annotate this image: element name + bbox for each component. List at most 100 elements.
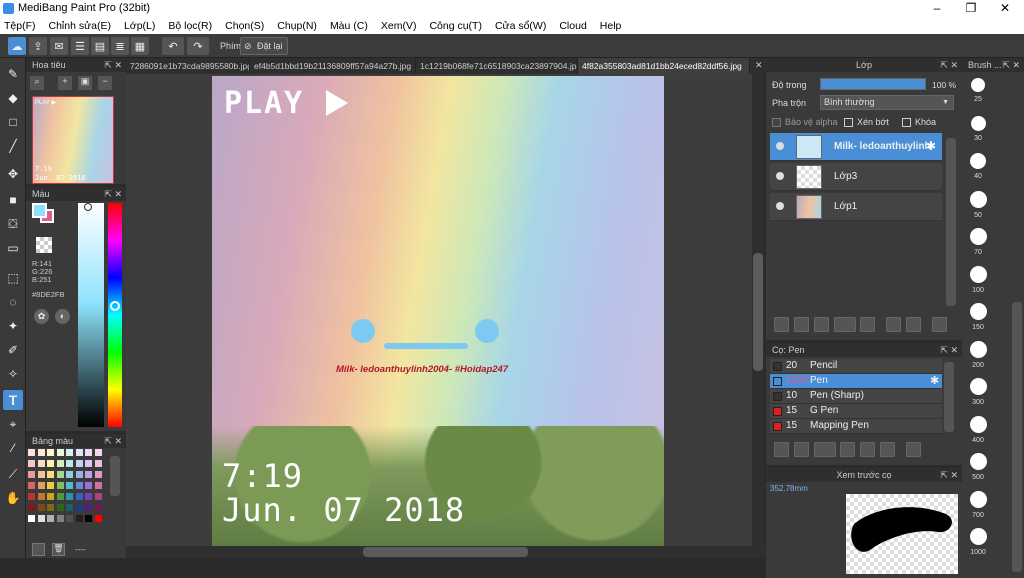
tab-document-2[interactable]: ef4b5d1bbd19b21136809ff57a94a27b.jpg [250, 58, 416, 74]
tab-close-icon[interactable]: ✕ [755, 60, 763, 71]
brush-size-dot[interactable] [969, 490, 987, 508]
brush-size-dot[interactable] [969, 378, 987, 395]
palette-swatch[interactable] [66, 460, 73, 467]
hue-cursor[interactable] [110, 301, 120, 311]
palette-swatch[interactable] [28, 460, 35, 467]
palette-swatch[interactable] [85, 482, 92, 489]
zoom-icon[interactable]: ⌕ [30, 76, 44, 90]
brush-folder-icon[interactable] [860, 442, 875, 457]
palette-swatch[interactable] [28, 449, 35, 456]
palette-swatch[interactable] [94, 493, 102, 500]
palette-swatch[interactable] [85, 460, 92, 467]
duplicate-layer-icon[interactable] [886, 317, 901, 332]
palette-swatch[interactable] [56, 493, 64, 500]
gradient-tool-icon[interactable]: ▭ [3, 238, 23, 258]
palette-swatch[interactable] [66, 515, 73, 522]
palette-swatch[interactable] [66, 471, 73, 478]
brush-item-g-pen[interactable]: 15 G Pen [770, 404, 942, 419]
clip-checkbox[interactable] [844, 118, 853, 127]
delete-brush-icon[interactable] [906, 442, 921, 457]
palette-swatches[interactable] [28, 449, 106, 535]
brush-size-dot[interactable] [969, 340, 987, 358]
palette-swatch[interactable] [28, 493, 35, 500]
menu-filter[interactable]: Bộ lọc(R) [168, 20, 212, 32]
comment-icon[interactable]: ✉ [50, 37, 68, 55]
brush-size-dot[interactable] [969, 303, 987, 320]
duplicate-brush-icon[interactable] [880, 442, 895, 457]
new-layer-1bit-icon[interactable] [794, 317, 809, 332]
palette-swatch[interactable] [37, 504, 45, 511]
reset-button[interactable]: ⊘ Đặt lại [240, 37, 288, 55]
menu-file[interactable]: Tệp(F) [4, 20, 36, 32]
cloud-icon[interactable]: ☁ [8, 37, 26, 55]
palette-swatch[interactable] [66, 482, 73, 489]
menu-layer[interactable]: Lớp(L) [124, 20, 155, 32]
select-tool-icon[interactable]: ⬚ [3, 268, 23, 288]
canvas-horizontal-thumb[interactable] [363, 547, 528, 557]
document-icon[interactable]: ▤ [91, 37, 109, 55]
menu-edit[interactable]: Chỉnh sửa(E) [49, 20, 111, 32]
canvas-image[interactable]: PLAY Milk- ledoanthuylinh2004- #Hoidap24… [212, 76, 664, 546]
palette-swatch[interactable] [85, 515, 92, 522]
text-tool-icon[interactable]: T [3, 390, 23, 410]
palette-swatch[interactable] [75, 504, 83, 511]
chat-icon[interactable]: ☰ [71, 37, 89, 55]
undo-icon[interactable]: ↶ [162, 37, 184, 55]
visibility-eye-icon[interactable] [776, 202, 784, 210]
layer-row-1[interactable]: Lớp1 [770, 193, 942, 221]
redo-icon[interactable]: ↷ [187, 37, 209, 55]
add-layer-menu-icon[interactable] [834, 317, 856, 332]
move-tool-icon[interactable]: ✥ [3, 164, 23, 184]
new-brush-icon[interactable] [794, 442, 809, 457]
palette-swatch[interactable] [47, 460, 54, 467]
palette-wheel-icon[interactable]: ✿ [34, 309, 49, 324]
magic-wand-tool-icon[interactable]: ✦ [3, 316, 23, 336]
gear-icon[interactable]: ✱ [930, 374, 939, 387]
layer-row-3[interactable]: Lớp3 [770, 163, 942, 191]
palette-swatch[interactable] [37, 482, 45, 489]
palette-swatch[interactable] [66, 504, 73, 511]
palette-swatch[interactable] [37, 460, 45, 467]
palette-swatch[interactable] [94, 515, 102, 522]
new-layer-icon[interactable] [774, 317, 789, 332]
menu-color[interactable]: Màu (C) [330, 20, 368, 32]
palette-swatch[interactable] [56, 460, 64, 467]
eyedropper-tool-icon[interactable]: ⟋ [3, 464, 23, 484]
protect-alpha-checkbox[interactable] [772, 118, 781, 127]
palette-scrollbar[interactable] [110, 456, 120, 496]
palette-swatch[interactable] [56, 471, 64, 478]
tab-document-3[interactable]: 1c1219b068fe71c6518903ca23897904.jpg [416, 58, 578, 74]
palette-swatch[interactable] [75, 471, 83, 478]
panel-controls-icon[interactable]: ⇱ ✕ [104, 187, 122, 201]
fit-icon[interactable]: ▣ [78, 76, 92, 90]
brush-item-mapping-pen[interactable]: 15 Mapping Pen [770, 419, 942, 434]
brush-size-dot[interactable] [969, 415, 987, 433]
brush-tool-icon[interactable]: ✎ [3, 64, 23, 84]
palette-swatch[interactable] [75, 493, 83, 500]
palette-swatch[interactable] [85, 504, 92, 511]
palette-swatch[interactable] [75, 482, 83, 489]
menu-view[interactable]: Xem(V) [381, 20, 417, 32]
color-picker-icon[interactable]: ◐ [55, 309, 70, 324]
palette-swatch[interactable] [37, 471, 45, 478]
palette-swatch[interactable] [56, 504, 64, 511]
new-layer-8bit-icon[interactable] [814, 317, 829, 332]
rectangle-tool-icon[interactable]: □ [3, 112, 23, 132]
menu-help[interactable]: Help [600, 20, 622, 32]
brush-size-dot[interactable] [969, 228, 987, 245]
palette-swatch[interactable] [85, 471, 92, 478]
zoom-out-icon[interactable]: − [98, 76, 112, 90]
brush-size-dot[interactable] [970, 115, 986, 131]
transparent-swatch[interactable] [36, 237, 52, 253]
layer-scrollbar[interactable] [946, 138, 956, 306]
palette-swatch[interactable] [56, 449, 64, 456]
primary-color-swatch[interactable] [32, 203, 47, 218]
menu-select[interactable]: Chọn(S) [225, 20, 264, 32]
palette-swatch[interactable] [47, 449, 54, 456]
minimize-button[interactable]: – [920, 0, 954, 17]
palette-swatch[interactable] [47, 471, 54, 478]
select-eraser-tool-icon[interactable]: ✧ [3, 364, 23, 384]
palette-swatch[interactable] [28, 504, 35, 511]
delete-layer-icon[interactable] [932, 317, 947, 332]
palette-swatch[interactable] [94, 449, 102, 456]
